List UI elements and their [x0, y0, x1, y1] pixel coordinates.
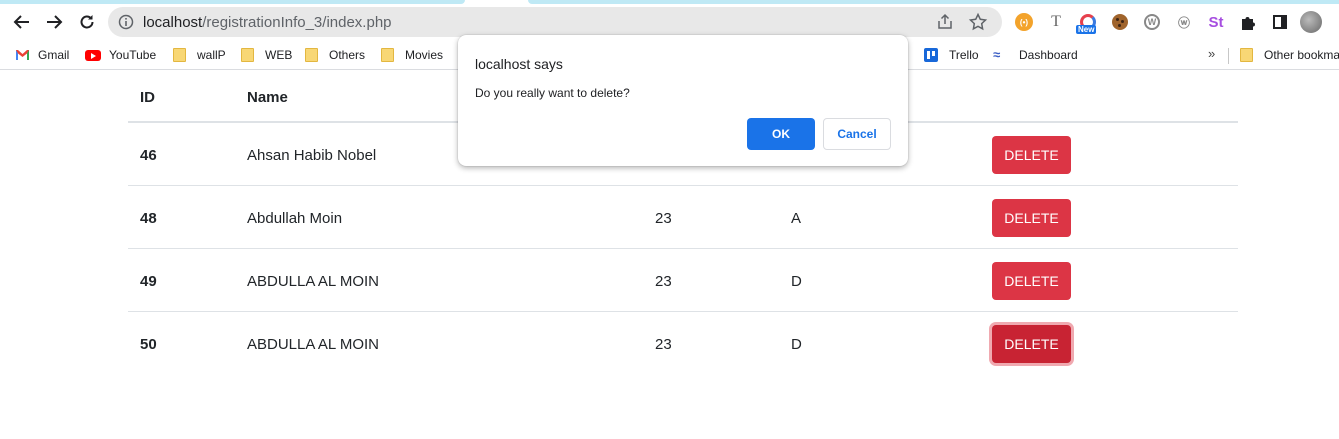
bookmark-youtube[interactable]: YouTube	[85, 46, 156, 64]
cell-name: ABDULLA AL MOIN	[247, 273, 379, 290]
address-bar[interactable]: localhost/registrationInfo_3/index.php	[108, 7, 1002, 37]
cell-grade: D	[791, 273, 802, 290]
bookmark-label: Movies	[405, 48, 444, 62]
bookmark-other-bookmarks[interactable]: Other bookma	[1240, 46, 1339, 64]
bookmark-label: Others	[329, 48, 366, 62]
cell-grade: A	[791, 210, 802, 227]
delete-button[interactable]: DELETE	[992, 199, 1071, 237]
cell-id: 50	[140, 336, 157, 353]
table-row: 48 Abdullah Moin 23 A DELETE	[128, 186, 1238, 249]
delete-button[interactable]: DELETE	[992, 262, 1071, 300]
share-icon[interactable]	[936, 13, 954, 31]
cookie-icon	[1112, 14, 1128, 30]
extensions-puzzle-icon[interactable]	[1239, 13, 1257, 31]
url-text[interactable]: localhost/registrationInfo_3/index.php	[143, 14, 392, 31]
bookmark-label: wallP	[197, 48, 226, 62]
bookmark-label: Trello	[949, 48, 979, 62]
cell-age: 23	[655, 210, 672, 227]
table-row: 50 ABDULLA AL MOIN 23 D DELETE	[128, 312, 1238, 375]
dialog-message: Do you really want to delete?	[475, 86, 630, 100]
bookmark-trello[interactable]: Trello	[924, 46, 979, 64]
folder-icon	[305, 48, 318, 62]
bookmarks-overflow-button[interactable]: »	[1208, 46, 1215, 61]
trello-icon	[924, 48, 938, 62]
extension-cookie-icon[interactable]	[1111, 13, 1129, 31]
cell-grade: D	[791, 336, 802, 353]
youtube-icon	[85, 49, 101, 61]
delete-button[interactable]: DELETE	[992, 136, 1071, 174]
reload-icon	[80, 15, 94, 29]
extension-colorful-icon[interactable]: New	[1076, 13, 1097, 34]
arrow-left-icon	[13, 15, 29, 29]
reload-button[interactable]	[75, 10, 99, 34]
extension-wordpress-small-icon[interactable]: ⓦ	[1175, 13, 1193, 31]
cell-name: Ahsan Habib Nobel	[247, 147, 377, 164]
folder-icon	[381, 48, 394, 62]
side-panel-square	[1273, 15, 1287, 29]
delete-button[interactable]: DELETE	[992, 325, 1071, 363]
extension-wordpress-icon[interactable]: W	[1143, 13, 1161, 31]
side-panel-icon[interactable]	[1271, 13, 1289, 31]
puzzle-icon	[1242, 17, 1255, 30]
column-header-id: ID	[140, 89, 155, 106]
bookmark-others[interactable]: Others	[305, 46, 365, 64]
cell-age: 23	[655, 336, 672, 353]
bookmark-label: Other bookma	[1264, 48, 1339, 62]
cell-id: 46	[140, 147, 157, 164]
profile-avatar[interactable]	[1300, 11, 1322, 33]
ok-button[interactable]: OK	[747, 118, 815, 150]
cell-name: ABDULLA AL MOIN	[247, 336, 379, 353]
bookmark-label: WEB	[265, 48, 293, 62]
gmail-icon	[16, 50, 29, 60]
info-icon[interactable]	[118, 14, 134, 30]
bookmark-star-icon[interactable]	[968, 12, 988, 32]
bookmark-dashboard[interactable]: ≈ Dashboard	[993, 46, 1078, 64]
url-path: /registrationInfo_3/index.php	[202, 14, 392, 31]
cell-id: 48	[140, 210, 157, 227]
bookmark-wallp[interactable]: wallP	[173, 46, 226, 64]
arrow-right-icon	[47, 15, 63, 29]
bookmark-label: YouTube	[109, 48, 157, 62]
dialog-title: localhost says	[475, 56, 563, 72]
folder-icon	[241, 48, 254, 62]
extension-st-icon[interactable]: St	[1207, 13, 1225, 31]
column-header-name: Name	[247, 89, 288, 106]
extension-orange-icon[interactable]: (•)	[1015, 13, 1033, 31]
dashboard-icon: ≈	[993, 47, 1001, 62]
folder-icon	[173, 48, 186, 62]
url-host: localhost	[143, 14, 203, 31]
bookmark-label: Gmail	[38, 48, 70, 62]
bookmark-gmail[interactable]: Gmail	[15, 46, 69, 64]
forward-button[interactable]	[42, 10, 66, 34]
cell-age: 23	[655, 273, 672, 290]
bookmark-movies[interactable]: Movies	[381, 46, 443, 64]
new-badge: New	[1076, 25, 1097, 34]
bookmark-web[interactable]: WEB	[241, 46, 292, 64]
wordpress-icon: W	[1144, 14, 1160, 30]
bookmark-label: Dashboard	[1019, 48, 1078, 62]
cancel-button[interactable]: Cancel	[823, 118, 891, 150]
folder-icon	[1240, 48, 1253, 62]
confirm-dialog: localhost says Do you really want to del…	[458, 35, 908, 166]
bookmarks-divider	[1228, 48, 1229, 64]
extension-t-icon[interactable]: T	[1047, 13, 1065, 31]
back-button[interactable]	[10, 10, 34, 34]
cell-name: Abdullah Moin	[247, 210, 343, 227]
cell-id: 49	[140, 273, 157, 290]
table-row: 49 ABDULLA AL MOIN 23 D DELETE	[128, 249, 1238, 312]
